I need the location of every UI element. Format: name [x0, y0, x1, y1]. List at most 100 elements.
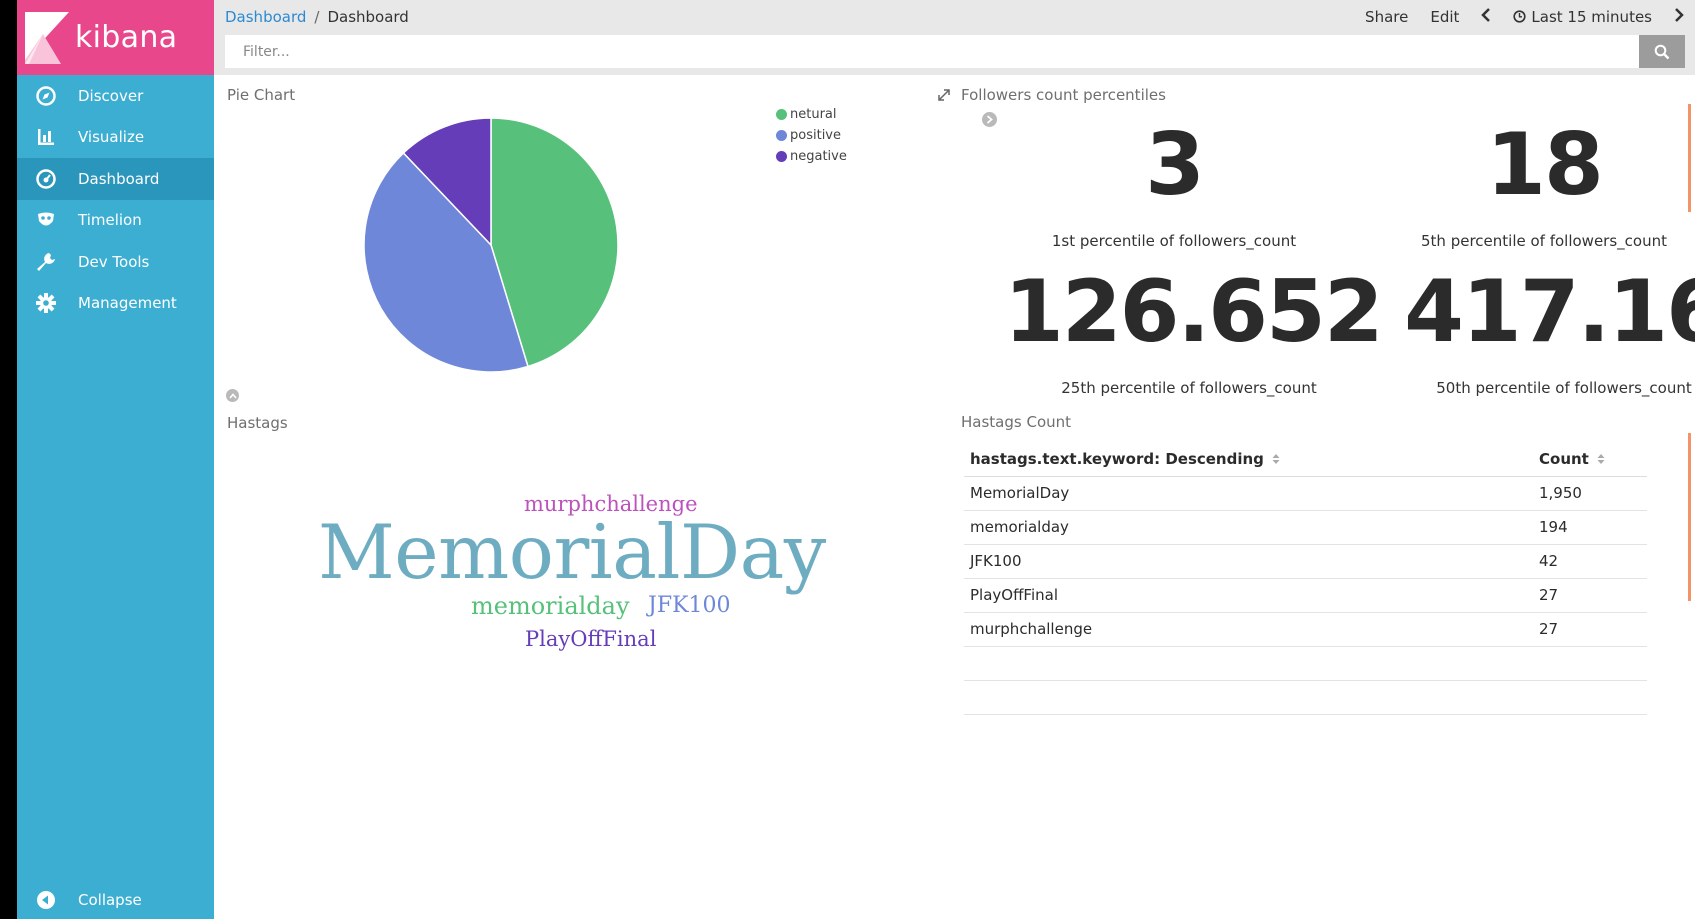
legend-item[interactable]: positive	[776, 125, 847, 146]
collapse-button[interactable]: Collapse	[17, 881, 214, 919]
breadcrumb-current: Dashboard	[327, 7, 409, 26]
edit-button[interactable]: Edit	[1430, 8, 1459, 26]
table-row-empty	[964, 680, 1647, 715]
count-cell: 1,950	[1533, 476, 1647, 511]
table-row: JFK100 42	[964, 544, 1647, 579]
table-row: murphchallenge 27	[964, 612, 1647, 647]
table-header-row: hastags.text.keyword: Descending Count	[964, 442, 1647, 477]
top-actions: Share Edit Last 15 minutes	[1365, 8, 1684, 26]
dashboard-gauge-icon	[35, 168, 57, 190]
metric-value: 126.652	[1004, 262, 1384, 362]
metric-panel-scrollbar[interactable]	[1688, 104, 1691, 212]
hashtag-cell[interactable]: MemorialDay	[964, 476, 1533, 511]
sort-icon	[1597, 454, 1605, 465]
legend-label: netural	[790, 107, 837, 122]
metric-label: 25th percentile of followers_count	[1061, 379, 1317, 397]
breadcrumb-separator: /	[314, 7, 320, 26]
metric-value: 18	[1486, 115, 1604, 215]
sidebar-item-timelion[interactable]: Timelion	[17, 200, 214, 242]
metric-label: 50th percentile of followers_count	[1436, 379, 1692, 397]
cloud-word[interactable]: memorialday	[471, 592, 630, 620]
clock-icon	[1513, 10, 1527, 23]
filter-bar	[214, 33, 1695, 75]
sidebar-item-visualize[interactable]: Visualize	[17, 117, 214, 159]
sidebar: kibana Discover Visualize Dashboard Time…	[17, 0, 214, 919]
table-panel-scrollbar[interactable]	[1688, 433, 1691, 601]
empty-cell	[1533, 680, 1647, 715]
table-panel-title: Hastags Count	[961, 413, 1072, 431]
timelion-mask-icon	[35, 209, 57, 231]
pie-chart-panel-title: Pie Chart	[227, 86, 296, 104]
count-cell: 194	[1533, 510, 1647, 545]
cloud-word[interactable]: MemorialDay	[318, 508, 826, 596]
metric-panel-title: Followers count percentiles	[961, 86, 1166, 104]
empty-cell	[1533, 646, 1647, 681]
table-row: memorialday 194	[964, 510, 1647, 545]
count-cell: 27	[1533, 612, 1647, 647]
share-button[interactable]: Share	[1365, 8, 1408, 26]
legend-dot	[776, 130, 787, 141]
main-area: Dashboard / Dashboard Share Edit Last 15…	[214, 0, 1695, 919]
search-icon	[1654, 44, 1670, 59]
chevron-right-icon	[986, 115, 993, 124]
chevron-left-icon	[1481, 7, 1491, 22]
empty-cell	[964, 680, 1533, 715]
chevron-right-icon	[1675, 7, 1684, 22]
brand-name: kibana	[75, 20, 178, 55]
sidebar-item-dashboard[interactable]: Dashboard	[17, 158, 214, 200]
spy-toggle-button[interactable]	[226, 389, 239, 402]
table-row-empty	[964, 646, 1647, 681]
breadcrumb-link-dashboard[interactable]: Dashboard	[225, 8, 306, 26]
count-cell: 42	[1533, 544, 1647, 579]
column-header-count[interactable]: Count	[1533, 442, 1647, 477]
pie-chart[interactable]	[364, 118, 624, 378]
sidebar-item-management[interactable]: Management	[17, 283, 214, 325]
sidebar-item-label: Management	[78, 294, 177, 313]
sidebar-item-label: Dashboard	[78, 169, 160, 188]
time-picker-button[interactable]: Last 15 minutes	[1513, 8, 1652, 26]
legend-item[interactable]: negative	[776, 146, 847, 167]
time-forward-button[interactable]	[1674, 7, 1684, 26]
filter-input[interactable]	[225, 35, 1639, 68]
hashtags-count-table: hastags.text.keyword: Descending Count M…	[964, 442, 1647, 715]
time-range-label: Last 15 minutes	[1531, 7, 1652, 26]
metric-label: 5th percentile of followers_count	[1421, 232, 1667, 250]
hashtag-cell[interactable]: murphchallenge	[964, 612, 1533, 647]
collapse-label: Collapse	[78, 891, 142, 909]
sidebar-nav: Discover Visualize Dashboard Timelion De…	[17, 75, 214, 324]
hashtag-cell[interactable]: memorialday	[964, 510, 1533, 545]
legend-label: positive	[790, 128, 841, 143]
search-button[interactable]	[1639, 35, 1685, 68]
wordcloud-panel-title: Hastags	[227, 414, 288, 432]
time-back-button[interactable]	[1481, 7, 1491, 26]
column-header-hashtag[interactable]: hastags.text.keyword: Descending	[964, 442, 1533, 477]
wrench-icon	[35, 251, 57, 273]
kibana-logo[interactable]: kibana	[17, 0, 214, 75]
legend-dot	[776, 109, 787, 120]
empty-cell	[964, 646, 1533, 681]
hashtag-cell[interactable]: JFK100	[964, 544, 1533, 579]
chevron-up-icon	[228, 392, 237, 399]
pie-legend: netural positive negative	[776, 104, 847, 167]
sidebar-item-label: Dev Tools	[78, 252, 150, 271]
legend-dot	[776, 151, 787, 162]
metric-value: 417.16	[1404, 262, 1695, 362]
sidebar-item-label: Timelion	[78, 211, 142, 230]
sidebar-item-dev-tools[interactable]: Dev Tools	[17, 241, 214, 283]
cloud-word[interactable]: JFK100	[648, 593, 731, 618]
sidebar-item-label: Discover	[78, 86, 144, 105]
cloud-word[interactable]: PlayOffFinal	[525, 627, 656, 651]
column-header-label: Count	[1539, 449, 1589, 468]
legend-item[interactable]: netural	[776, 104, 847, 125]
compass-icon	[35, 85, 57, 107]
metric-label: 1st percentile of followers_count	[1051, 232, 1297, 250]
count-cell: 27	[1533, 578, 1647, 613]
expand-panel-icon[interactable]	[936, 87, 952, 103]
table-row: MemorialDay 1,950	[964, 476, 1647, 511]
sidebar-item-discover[interactable]: Discover	[17, 75, 214, 117]
hashtag-cell[interactable]: PlayOffFinal	[964, 578, 1533, 613]
top-nav-bar: Dashboard / Dashboard Share Edit Last 15…	[214, 0, 1695, 33]
bar-chart-icon	[35, 126, 57, 148]
gear-icon	[35, 292, 57, 314]
sort-icon	[1272, 454, 1280, 465]
